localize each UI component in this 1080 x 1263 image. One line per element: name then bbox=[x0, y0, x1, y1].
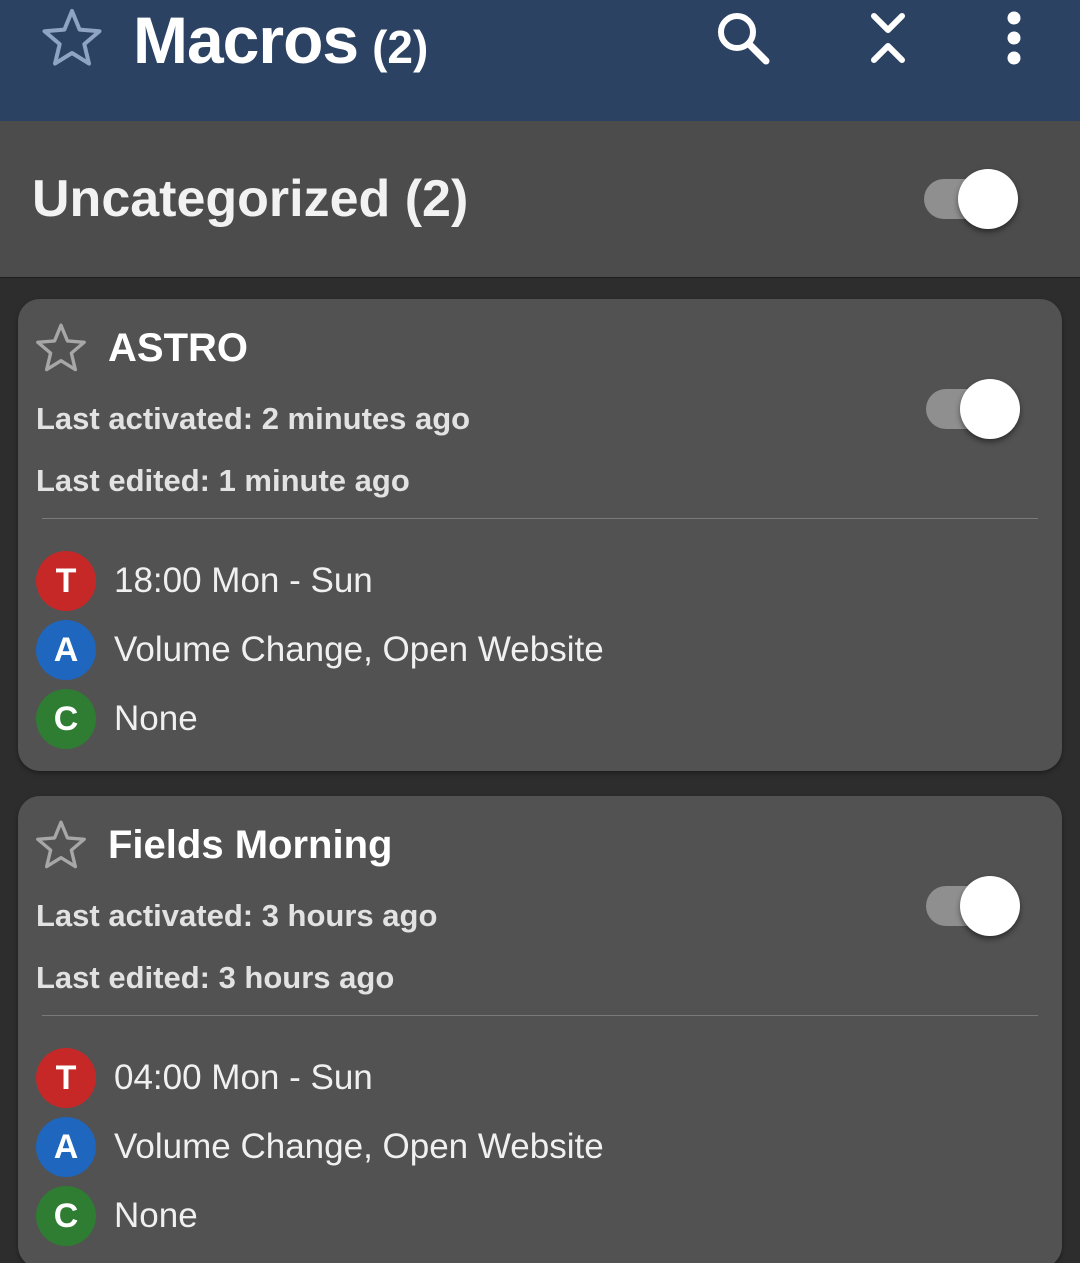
trigger-text: 04:00 Mon - Sun bbox=[114, 1058, 373, 1097]
toggle-thumb bbox=[960, 379, 1020, 439]
macro-enable-toggle[interactable] bbox=[924, 866, 1024, 936]
action-badge: A bbox=[36, 1117, 96, 1177]
page-title: Macros (2) bbox=[133, 0, 428, 80]
constraint-text: None bbox=[114, 699, 198, 738]
toggle-thumb bbox=[958, 169, 1018, 229]
category-enable-toggle[interactable] bbox=[922, 159, 1022, 229]
macro-name: ASTRO bbox=[108, 326, 248, 370]
collapse-all-button[interactable] bbox=[856, 6, 920, 70]
toggle-thumb bbox=[960, 876, 1020, 936]
last-edited-label: Last edited: 1 minute ago bbox=[36, 463, 410, 498]
search-button[interactable] bbox=[711, 6, 775, 70]
divider bbox=[42, 1015, 1038, 1016]
divider bbox=[42, 518, 1038, 519]
page-title-count: (2) bbox=[372, 21, 429, 73]
constraint-text: None bbox=[114, 1196, 198, 1235]
constraint-badge: C bbox=[36, 1186, 96, 1246]
constraint-row: C None bbox=[36, 688, 198, 750]
category-title: Uncategorized (2) bbox=[32, 170, 469, 228]
search-icon bbox=[718, 13, 770, 65]
constraint-badge: C bbox=[36, 689, 96, 749]
action-row: A Volume Change, Open Website bbox=[36, 619, 604, 681]
app-toolbar: Macros (2) bbox=[0, 0, 1080, 121]
trigger-badge: T bbox=[36, 551, 96, 611]
star-outline-icon[interactable] bbox=[40, 6, 104, 70]
action-badge: A bbox=[36, 620, 96, 680]
star-outline-icon[interactable] bbox=[34, 321, 88, 375]
macro-card[interactable]: Fields Morning Last activated: 3 hours a… bbox=[18, 796, 1062, 1263]
more-options-button[interactable] bbox=[982, 6, 1046, 70]
last-edited-label: Last edited: 3 hours ago bbox=[36, 960, 395, 995]
trigger-row: T 04:00 Mon - Sun bbox=[36, 1047, 373, 1109]
collapse-expand-icon bbox=[871, 13, 905, 63]
macro-list-screen: Macros (2) Uncategorized (2) ASTRO Last … bbox=[0, 0, 1080, 1263]
macro-card[interactable]: ASTRO Last activated: 2 minutes ago Last… bbox=[18, 299, 1062, 771]
last-activated-label: Last activated: 2 minutes ago bbox=[36, 401, 471, 436]
action-row: A Volume Change, Open Website bbox=[36, 1116, 604, 1178]
macro-name: Fields Morning bbox=[108, 823, 393, 867]
macro-enable-toggle[interactable] bbox=[924, 369, 1024, 439]
more-vert-icon bbox=[1007, 11, 1021, 65]
trigger-row: T 18:00 Mon - Sun bbox=[36, 550, 373, 612]
star-outline-icon[interactable] bbox=[34, 818, 88, 872]
last-activated-label: Last activated: 3 hours ago bbox=[36, 898, 438, 933]
trigger-text: 18:00 Mon - Sun bbox=[114, 561, 373, 600]
constraint-row: C None bbox=[36, 1185, 198, 1247]
action-text: Volume Change, Open Website bbox=[114, 1127, 604, 1166]
category-header[interactable]: Uncategorized (2) bbox=[0, 121, 1080, 278]
page-title-text: Macros bbox=[133, 3, 359, 77]
action-text: Volume Change, Open Website bbox=[114, 630, 604, 669]
trigger-badge: T bbox=[36, 1048, 96, 1108]
